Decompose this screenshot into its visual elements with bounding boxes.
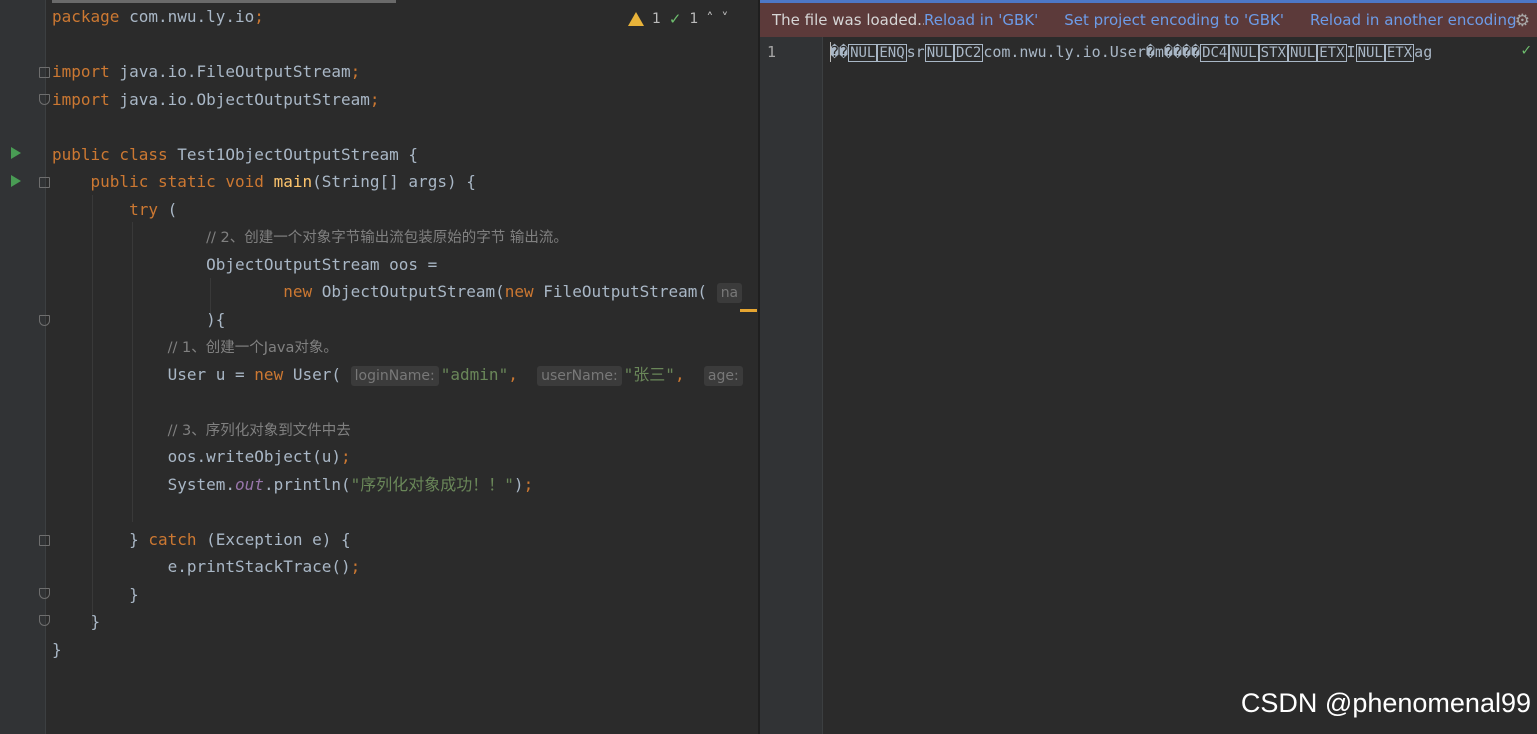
control-char: ETX [1384, 44, 1415, 62]
code-line[interactable]: // 2、创建一个对象字节输出流包装原始的字节 输出流。 [52, 223, 568, 251]
code-line[interactable] [52, 31, 62, 59]
text-cursor [830, 42, 831, 62]
viewer-gutter[interactable] [760, 37, 823, 734]
code-line[interactable]: import java.io.ObjectOutputStream; [52, 86, 380, 114]
code-line[interactable] [52, 388, 62, 416]
control-char: NUL [848, 44, 878, 62]
content-text: ag [1414, 43, 1433, 61]
warning-count: 1 [652, 11, 661, 27]
warning-highlight-mark [740, 309, 757, 312]
reload-gbk-link[interactable]: Reload in 'GBK' [924, 11, 1038, 29]
code-line[interactable]: public static void main(String[] args) { [52, 168, 476, 196]
code-line[interactable]: e.printStackTrace(); [52, 553, 361, 581]
editor-gutter[interactable] [0, 0, 46, 734]
code-line[interactable]: } [52, 636, 62, 664]
content-text: �� [830, 43, 849, 61]
code-line[interactable]: // 1、创建一个Java对象。 [52, 333, 338, 361]
code-line[interactable] [52, 113, 62, 141]
run-class-icon[interactable] [11, 147, 21, 159]
control-char: STX [1258, 44, 1288, 62]
code-line[interactable]: import java.io.FileOutputStream; [52, 58, 360, 86]
control-char: NUL [1287, 44, 1318, 62]
code-line[interactable]: System.out.println("序列化对象成功！！"); [52, 471, 534, 499]
reload-other-encoding-link[interactable]: Reload in another encoding [1310, 11, 1517, 29]
code-line[interactable]: } [52, 581, 139, 609]
control-char: NUL [1229, 44, 1259, 62]
fold-method-icon[interactable] [39, 177, 50, 188]
code-line[interactable] [52, 498, 62, 526]
control-char: ENQ [877, 44, 907, 62]
code-line[interactable]: package com.nwu.ly.io; [52, 3, 264, 31]
control-char: NUL [1355, 44, 1385, 62]
code-line[interactable]: // 3、序列化对象到文件中去 [52, 416, 351, 444]
weak-warning-count: 1 [689, 11, 699, 27]
encoding-notification: The file was loaded... Reload in 'GBK' S… [760, 0, 1537, 37]
code-line[interactable]: public class Test1ObjectOutputStream { [52, 141, 418, 169]
control-char: ETX [1317, 44, 1347, 62]
watermark: CSDN @phenomenal99 [1240, 688, 1531, 718]
fold-end-icon[interactable] [39, 588, 50, 599]
chevron-up-icon[interactable]: ˄ [706, 11, 713, 27]
file-content-line[interactable]: �� NUL ENQ sr NUL DC2 com.nwu.ly.io.User�m����… [830, 40, 1432, 65]
code-line[interactable]: try ( [52, 196, 177, 224]
line-number: 1 [766, 43, 776, 61]
code-editor[interactable]: package com.nwu.ly.io; import java.io.Fi… [0, 0, 758, 734]
code-line[interactable]: } [52, 608, 101, 636]
control-char: NUL [924, 44, 955, 62]
no-problems-check-icon: ✓ [1521, 40, 1531, 59]
code-line[interactable]: oos.writeObject(u); [52, 443, 351, 471]
gear-icon[interactable]: ⚙ [1515, 11, 1530, 31]
content-text: sr [906, 43, 925, 61]
weak-warning-icon: ✓ [668, 10, 682, 28]
file-viewer[interactable]: The file was loaded... Reload in 'GBK' S… [760, 0, 1537, 734]
fold-catch-icon[interactable] [39, 535, 50, 546]
fold-end-icon[interactable] [39, 615, 50, 626]
code-line[interactable]: ObjectOutputStream oos = [52, 251, 437, 279]
run-main-icon[interactable] [11, 175, 21, 187]
control-char: DC4 [1200, 44, 1230, 62]
code-line[interactable]: new ObjectOutputStream(new FileOutputStr… [52, 278, 744, 306]
fold-end-icon[interactable] [39, 315, 50, 326]
content-text: com.nwu.ly.io.User�m���� [983, 43, 1201, 61]
fold-end-icon[interactable] [39, 94, 50, 105]
set-project-encoding-link[interactable]: Set project encoding to 'GBK' [1064, 11, 1284, 29]
control-char: DC2 [954, 44, 984, 62]
code-line[interactable]: ){ [52, 306, 225, 334]
code-line[interactable]: User u = new User( loginName: "admin", us… [52, 361, 745, 389]
warning-icon [628, 12, 644, 26]
inspection-widget[interactable]: 1 ✓ 1 ˄ ˅ [622, 6, 735, 32]
content-text: I [1346, 43, 1356, 61]
notification-message: The file was loaded... [772, 11, 924, 29]
code-line[interactable]: } catch (Exception e) { [52, 526, 351, 554]
chevron-down-icon[interactable]: ˅ [721, 11, 728, 27]
fold-imports-icon[interactable] [39, 67, 50, 78]
